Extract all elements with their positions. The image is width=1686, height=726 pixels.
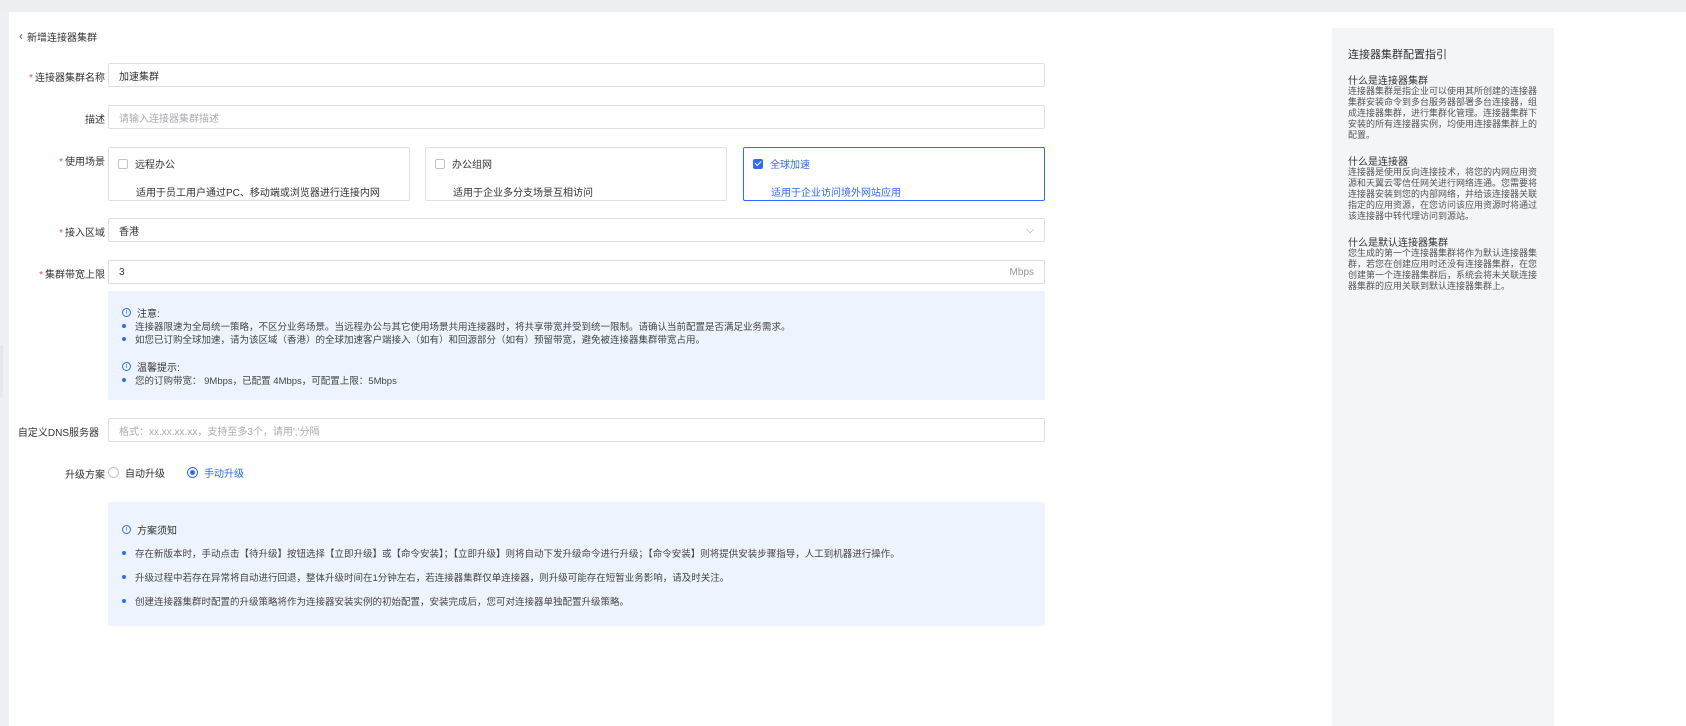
dns-label: 自定义DNS服务器 xyxy=(17,428,99,439)
dns-input[interactable]: 格式：xx.xx.xx.xx，支持至多3个，请用';'分隔 xyxy=(108,418,1045,442)
checkbox[interactable] xyxy=(118,158,128,169)
bandwidth-input[interactable]: 3 Mbps xyxy=(108,260,1045,284)
side-collapse-handle[interactable] xyxy=(0,345,3,397)
top-bar xyxy=(0,0,1686,12)
list-item: 如您已订购全球加速，请为该区域（香港）的全球加速客户端接入（如有）和回源部分（如… xyxy=(122,332,705,346)
checkbox-checked[interactable] xyxy=(753,158,763,169)
region-label: * 接入区域 xyxy=(59,228,105,239)
upgrade-radio-group: 自动升级 手动升级 xyxy=(108,465,244,480)
radio-manual-upgrade[interactable]: 手动升级 xyxy=(187,465,244,480)
upgrade-label: 升级方案 xyxy=(65,470,105,481)
info-icon: i xyxy=(122,362,131,371)
radio-auto-upgrade[interactable]: 自动升级 xyxy=(108,465,165,480)
description-input[interactable]: 请输入连接器集群描述 xyxy=(108,105,1045,129)
checkbox[interactable] xyxy=(435,158,445,169)
list-item: 升级过程中若存在异常将自动进行回退，整体升级时间在1分钟左右，若连接器集群仅单连… xyxy=(122,570,729,584)
region-select[interactable]: 香港 ⌵ xyxy=(108,218,1045,242)
scene-label: * 使用场景 xyxy=(59,157,105,168)
cluster-name-input[interactable]: 加速集群 xyxy=(108,63,1045,87)
scene-card-office-network[interactable]: 办公组网 适用于企业多分支场景互相访问 xyxy=(425,147,727,201)
guide-section-body: 连接器集群是指企业可以使用其所创建的连接器集群安装命令到多台服务器部署多台连接器… xyxy=(1348,86,1538,140)
chevron-left-icon: ‹ xyxy=(19,29,23,43)
guide-title: 连接器集群配置指引 xyxy=(1348,49,1447,61)
info-icon: i xyxy=(122,525,131,534)
back-button[interactable]: ‹ 新增连接器集群 xyxy=(19,28,97,44)
upgrade-notice: i 方案须知 存在新版本时，手动点击【待升级】按钮选择【立即升级】或【命令安装】；… xyxy=(108,502,1045,626)
guide-section-title: 什么是默认连接器集群 xyxy=(1348,238,1448,249)
page-title: 新增连接器集群 xyxy=(27,32,97,44)
desc-label: 描述 xyxy=(85,115,105,126)
guide-section-body: 您生成的第一个连接器集群将作为默认连接器集群，若您在创建应用时还没有连接器集群，… xyxy=(1348,248,1538,291)
info-icon: i xyxy=(122,308,131,317)
scene-card-remote-office[interactable]: 远程办公 适用于员工用户通过PC、移动端或浏览器进行连接内网 xyxy=(108,147,410,201)
chevron-down-icon: ⌵ xyxy=(1026,224,1034,236)
name-label: * 连接器集群名称 xyxy=(29,73,105,84)
list-item: 您的订购带宽： 9Mbps，已配置 4Mbps，可配置上限：5Mbps xyxy=(122,373,397,387)
guide-section-title: 什么是连接器集群 xyxy=(1348,76,1428,87)
list-item: 存在新版本时，手动点击【待升级】按钮选择【立即升级】或【命令安装】；【立即升级】… xyxy=(122,546,900,560)
bandwidth-label: * 集群带宽上限 xyxy=(39,270,105,281)
list-item: 连接器限速为全局统一策略，不区分业务场景。当远程办公与其它使用场景共用连接器时，… xyxy=(122,319,791,333)
list-item: 创建连接器集群时配置的升级策略将作为连接器安装实例的初始配置，安装完成后，您可对… xyxy=(122,594,629,608)
config-guide-panel: 连接器集群配置指引 什么是连接器集群 连接器集群是指企业可以使用其所创建的连接器… xyxy=(1332,28,1554,726)
scene-card-global-acceleration[interactable]: 全球加速 适用于企业访问境外网站应用 xyxy=(743,147,1045,201)
bandwidth-unit: Mbps xyxy=(1009,266,1034,278)
guide-section-title: 什么是连接器 xyxy=(1348,157,1408,168)
guide-section-body: 连接器是使用反向连接技术，将您的内网应用资源和天翼云零信任网关进行网络连通。您需… xyxy=(1348,167,1538,221)
bandwidth-notice: i 注意: 连接器限速为全局统一策略，不区分业务场景。当远程办公与其它使用场景共用… xyxy=(108,291,1045,400)
